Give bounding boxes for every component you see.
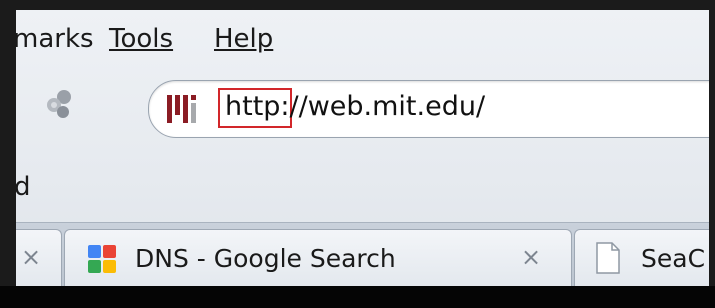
window-frame-bottom [0, 286, 715, 308]
tab-seac[interactable]: SeaC [574, 229, 709, 286]
close-icon[interactable]: × [521, 244, 541, 270]
url-text[interactable]: http://web.mit.edu/ [225, 89, 485, 125]
tab-title: DNS - Google Search [135, 244, 396, 273]
tab-strip: × DNS - Google Search × SeaC [16, 222, 709, 286]
mit-logo-icon [167, 95, 196, 123]
bookmarks-toolbar: d [16, 160, 709, 222]
window-frame-right [709, 0, 715, 308]
menu-tools-label: Tools [109, 24, 174, 54]
navigation-toolbar: http://web.mit.edu/ [16, 68, 709, 160]
tab-title: SeaC [641, 244, 706, 273]
plugin-icon[interactable] [42, 86, 78, 122]
tab-dns-google-search[interactable]: DNS - Google Search × [64, 229, 572, 286]
google-favicon-icon [88, 245, 116, 273]
document-icon [596, 242, 620, 274]
menu-tools[interactable]: Tools [109, 24, 173, 54]
address-bar[interactable]: http://web.mit.edu/ [148, 80, 709, 138]
menu-bar: marks Tools Help [16, 10, 709, 68]
bookmark-item[interactable]: d [16, 172, 31, 202]
browser-chrome: marks Tools Help http://web.mit.edu/ d ×… [16, 10, 709, 286]
menu-bookmarks-label: marks [16, 24, 94, 54]
close-icon[interactable]: × [21, 244, 41, 270]
window-frame-left [0, 0, 16, 308]
tab-previous[interactable]: × [16, 229, 62, 286]
window-frame-top [0, 0, 715, 10]
menu-bookmarks[interactable]: marks [16, 24, 94, 54]
menu-help-label: Help [214, 24, 274, 54]
menu-help[interactable]: Help [214, 24, 273, 54]
